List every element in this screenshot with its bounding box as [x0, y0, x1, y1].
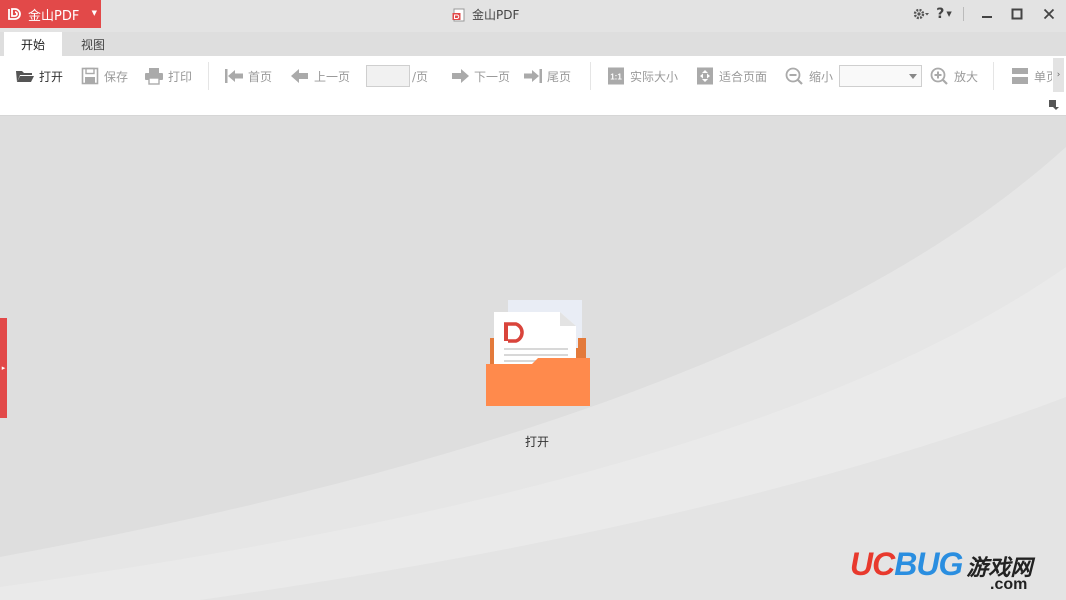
- fit-page-label: 适合页面: [719, 69, 768, 84]
- ribbon-scroll-right-button[interactable]: ›: [1053, 58, 1064, 92]
- actual-size-label: 实际大小: [630, 69, 679, 84]
- single-page-label: 单页: [1034, 69, 1052, 84]
- zoom-out-icon: [785, 67, 805, 85]
- arrow-left-icon: [290, 67, 310, 85]
- tab-view[interactable]: 视图: [62, 32, 124, 56]
- actual-size-icon: 1:1: [606, 67, 626, 85]
- gear-icon[interactable]: [909, 7, 933, 21]
- minimize-icon[interactable]: [972, 8, 1002, 20]
- page-number-input[interactable]: [366, 65, 410, 87]
- document-workspace: 打开 ▸: [0, 117, 1066, 600]
- first-page-button[interactable]: 首页: [224, 65, 272, 87]
- help-button[interactable]: ? ▼: [933, 6, 955, 22]
- zoom-out-label: 缩小: [809, 69, 834, 84]
- zoom-level-select[interactable]: [839, 65, 922, 87]
- open-label[interactable]: 打开: [522, 433, 552, 450]
- ribbon-tabs: 开始 视图: [0, 32, 124, 56]
- zoom-in-icon: [930, 67, 950, 85]
- chevron-right-icon: ▸: [1, 364, 6, 372]
- actual-size-button[interactable]: 1:1 实际大小: [606, 65, 678, 87]
- close-icon[interactable]: [1032, 8, 1066, 20]
- last-page-icon: [523, 67, 543, 85]
- save-icon: [80, 67, 100, 85]
- divider: [963, 7, 964, 21]
- maximize-icon[interactable]: [1002, 8, 1032, 20]
- next-page-label: 下一页: [474, 69, 511, 84]
- pdf-file-icon: [452, 8, 466, 22]
- watermark-bug: BUG: [894, 546, 963, 582]
- divider: [993, 62, 994, 90]
- save-button[interactable]: 保存: [80, 65, 128, 87]
- first-page-icon: [224, 67, 244, 85]
- arrow-right-icon: [450, 67, 470, 85]
- watermark-uc: UC: [850, 546, 895, 582]
- page-suffix: /页: [412, 70, 429, 84]
- fit-page-icon: [695, 67, 715, 85]
- zoom-out-button[interactable]: 缩小: [785, 65, 833, 87]
- prev-page-button[interactable]: 上一页: [290, 65, 350, 87]
- svg-text:1:1: 1:1: [610, 73, 622, 82]
- open-button[interactable]: 打开: [15, 65, 63, 87]
- next-page-button[interactable]: 下一页: [450, 65, 510, 87]
- chevron-down-icon: [909, 74, 917, 79]
- prev-page-label: 上一页: [314, 69, 351, 84]
- window-controls: ? ▼: [909, 0, 1066, 28]
- ribbon-options-icon[interactable]: [1048, 99, 1060, 111]
- open-label: 打开: [39, 69, 64, 84]
- printer-icon: [144, 67, 164, 85]
- watermark-com: .com: [990, 576, 1028, 593]
- print-label: 打印: [168, 69, 193, 84]
- title-bar: 金山PDF ▼ 金山PDF ? ▼: [0, 0, 1066, 32]
- last-page-label: 尾页: [547, 69, 572, 84]
- print-button[interactable]: 打印: [144, 65, 192, 87]
- save-label: 保存: [104, 69, 129, 84]
- sidebar-toggle-button[interactable]: ▸: [0, 318, 7, 418]
- window-title-text: 金山PDF: [472, 8, 520, 22]
- tab-start[interactable]: 开始: [4, 32, 62, 56]
- zoom-in-button[interactable]: 放大: [930, 65, 978, 87]
- first-page-label: 首页: [248, 69, 273, 84]
- last-page-button[interactable]: 尾页: [523, 65, 571, 87]
- zoom-in-label: 放大: [954, 69, 979, 84]
- app-name: 金山PDF: [28, 8, 80, 24]
- folder-open-icon: [15, 67, 35, 85]
- chevron-down-icon: ▼: [91, 9, 97, 17]
- app-menu-button[interactable]: 金山PDF ▼: [0, 0, 101, 28]
- watermark-logo: UC BUG 游戏网 .com: [850, 546, 1032, 596]
- kingsoft-pdf-logo-icon: [6, 6, 22, 22]
- chevron-right-icon: ›: [1056, 70, 1061, 80]
- help-label: ?: [936, 6, 945, 22]
- chevron-down-icon: ▼: [946, 10, 952, 18]
- open-file-illustration[interactable]: [482, 298, 592, 410]
- ribbon-toolbar: 打开 保存 打印 首页 上一页 /页 下一页 尾页 1:1 实际大小 适合页面 …: [0, 56, 1066, 116]
- single-page-button[interactable]: 单页: [1010, 65, 1052, 87]
- single-page-icon: [1010, 67, 1030, 85]
- divider: [590, 62, 591, 90]
- fit-page-button[interactable]: 适合页面: [695, 65, 767, 87]
- window-title: 金山PDF: [452, 6, 519, 23]
- divider: [208, 62, 209, 90]
